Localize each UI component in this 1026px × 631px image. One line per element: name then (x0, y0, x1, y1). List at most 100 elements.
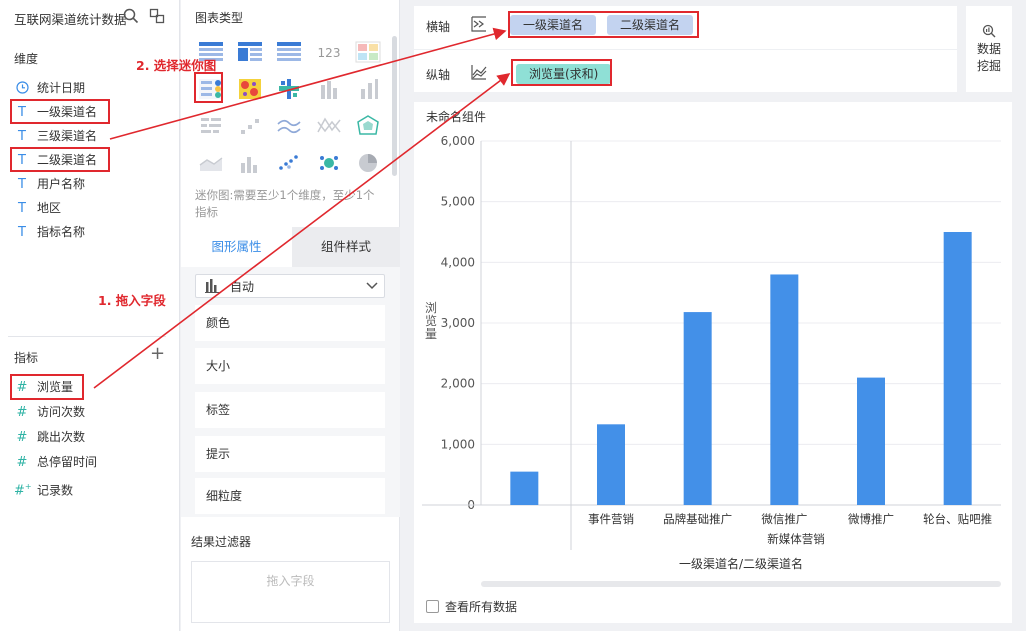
dimension-item[interactable]: T 地区 (14, 197, 61, 219)
tab-component-style[interactable]: 组件样式 (292, 227, 400, 267)
y-tick-label: 1,000 (441, 437, 475, 451)
dimension-item[interactable]: 统计日期 (14, 77, 85, 99)
x-tick-label: 微博推广 (848, 512, 894, 526)
property-area: 自动 颜色 大小 标签 提示 细粒度 (181, 267, 400, 517)
measure-item[interactable]: # 总停留时间 (14, 451, 97, 473)
y-tick-label: 4,000 (441, 255, 475, 269)
add-measure-icon[interactable]: + (150, 343, 165, 364)
detail-table-icon[interactable] (276, 40, 302, 64)
search-icon[interactable] (123, 8, 139, 24)
highlight-x-axis (508, 11, 699, 38)
measure-label: 跳出次数 (37, 430, 86, 444)
bar (510, 471, 539, 505)
y-tick-label: 6,000 (441, 134, 475, 148)
view-all-data-checkbox[interactable]: 查看所有数据 (426, 598, 517, 615)
component-title[interactable]: 未命名组件 (426, 108, 486, 125)
multi-kpi-icon[interactable] (355, 40, 381, 64)
bar-chart-icon[interactable] (237, 151, 263, 175)
property-tabs: 图形属性 组件样式 (181, 227, 400, 267)
y-tick-label: 3,000 (441, 316, 475, 330)
y-axis-title: 浏 (425, 301, 437, 315)
divider (8, 336, 166, 337)
bar (943, 232, 972, 505)
bar (597, 424, 625, 505)
bar (770, 274, 799, 505)
x-axis-icon (471, 16, 486, 32)
column-chart-icon[interactable] (316, 77, 342, 101)
measure-label: 记录数 (37, 483, 74, 498)
property-size[interactable]: 大小 (195, 348, 385, 384)
color-matrix-icon[interactable] (276, 77, 302, 101)
horizontal-scrollbar[interactable] (481, 581, 1001, 587)
heatmap-icon[interactable] (237, 77, 263, 101)
property-label[interactable]: 标签 (195, 392, 385, 428)
scatter-chart-icon[interactable] (276, 151, 302, 175)
measure-item[interactable]: #+ 记录数 (14, 476, 73, 498)
x-axis-label: 横轴 (426, 20, 451, 34)
measures-title: 指标 (14, 351, 39, 365)
data-mining-label-1: 数据 (976, 42, 1001, 56)
svg-text:123: 123 (318, 46, 341, 60)
field-panel: 互联网渠道统计数据 维度 统计日期 T 一级渠道名 T 三级渠道名 T 二级渠道名 T… (0, 0, 180, 631)
x-tick-label: 微信推广 (761, 512, 807, 526)
area-chart-icon[interactable] (198, 151, 224, 175)
measure-item[interactable]: # 跳出次数 (14, 426, 85, 448)
bar (683, 312, 712, 505)
highlight-mini-chart (194, 72, 223, 103)
kpi-number-icon[interactable]: 123 (316, 40, 342, 64)
x-tick-label: 事件营销 (588, 512, 634, 526)
stacked-column-icon[interactable] (355, 77, 381, 101)
highlight-measure (10, 374, 84, 400)
bar-chart: 01,0002,0003,0004,0005,0006,000浏览量事件营销 品牌… (422, 134, 1001, 571)
record-count-icon: #+ (14, 482, 32, 499)
dimension-item[interactable]: T 三级渠道名 (14, 125, 97, 147)
highlight-dimension-2 (10, 147, 110, 172)
x-axis-title: 一级渠道名/二级渠道名 (679, 556, 803, 571)
tab-graphic-properties[interactable]: 图形属性 (181, 227, 292, 267)
dimension-label: 指标名称 (37, 225, 86, 239)
chart-type-scrollbar[interactable] (392, 36, 397, 176)
bar (857, 377, 885, 505)
y-axis-icon (471, 65, 487, 80)
clock-icon (14, 78, 30, 100)
group-table-icon[interactable] (237, 40, 263, 64)
measure-label: 总停留时间 (37, 455, 98, 469)
switch-dataset-icon[interactable] (149, 8, 165, 24)
chevron-down-icon (366, 282, 378, 290)
checkbox-icon (426, 600, 439, 613)
divider (414, 49, 957, 50)
x-tick-label: 轮台、贴吧推 (923, 512, 992, 526)
bubble-chart-icon[interactable] (316, 151, 342, 175)
text-type-icon: T (18, 129, 26, 144)
line-chart-icon[interactable] (276, 114, 302, 138)
property-tooltip[interactable]: 提示 (195, 436, 385, 472)
view-all-label: 查看所有数据 (445, 600, 518, 614)
dataset-title: 互联网渠道统计数据 (14, 12, 127, 27)
chart-mode-select[interactable]: 自动 (195, 274, 385, 298)
chart-mode-label: 自动 (230, 280, 255, 294)
data-mining-button[interactable]: 数据 挖掘 (966, 6, 1012, 92)
y-axis-label: 纵轴 (426, 68, 451, 82)
y-tick-label: 2,000 (441, 377, 475, 391)
bar-table-icon[interactable] (198, 114, 224, 138)
pie-chart-icon[interactable] (355, 151, 381, 175)
dimension-item[interactable]: T 指标名称 (14, 221, 85, 243)
x-group-label: 新媒体营销 (767, 532, 825, 546)
measure-label: 访问次数 (37, 405, 86, 419)
property-granularity[interactable]: 细粒度 (195, 478, 385, 514)
dimension-label: 地区 (37, 201, 62, 215)
waterfall-icon[interactable] (237, 114, 263, 138)
data-mining-label-2: 挖掘 (976, 59, 1001, 73)
filter-drop-zone[interactable]: 拖入字段 (191, 561, 390, 623)
dimension-item[interactable]: T 用户名称 (14, 173, 85, 195)
text-type-icon: T (18, 201, 26, 216)
property-color[interactable]: 颜色 (195, 305, 385, 341)
parallel-line-icon[interactable] (316, 114, 342, 138)
number-type-icon: # (16, 430, 28, 445)
measure-item[interactable]: # 访问次数 (14, 401, 85, 423)
text-type-icon: T (18, 177, 26, 192)
result-filter-title: 结果过滤器 (191, 535, 252, 549)
radar-chart-icon[interactable] (355, 114, 381, 138)
y-tick-label: 5,000 (441, 195, 475, 209)
highlight-dimension-1 (10, 99, 110, 124)
